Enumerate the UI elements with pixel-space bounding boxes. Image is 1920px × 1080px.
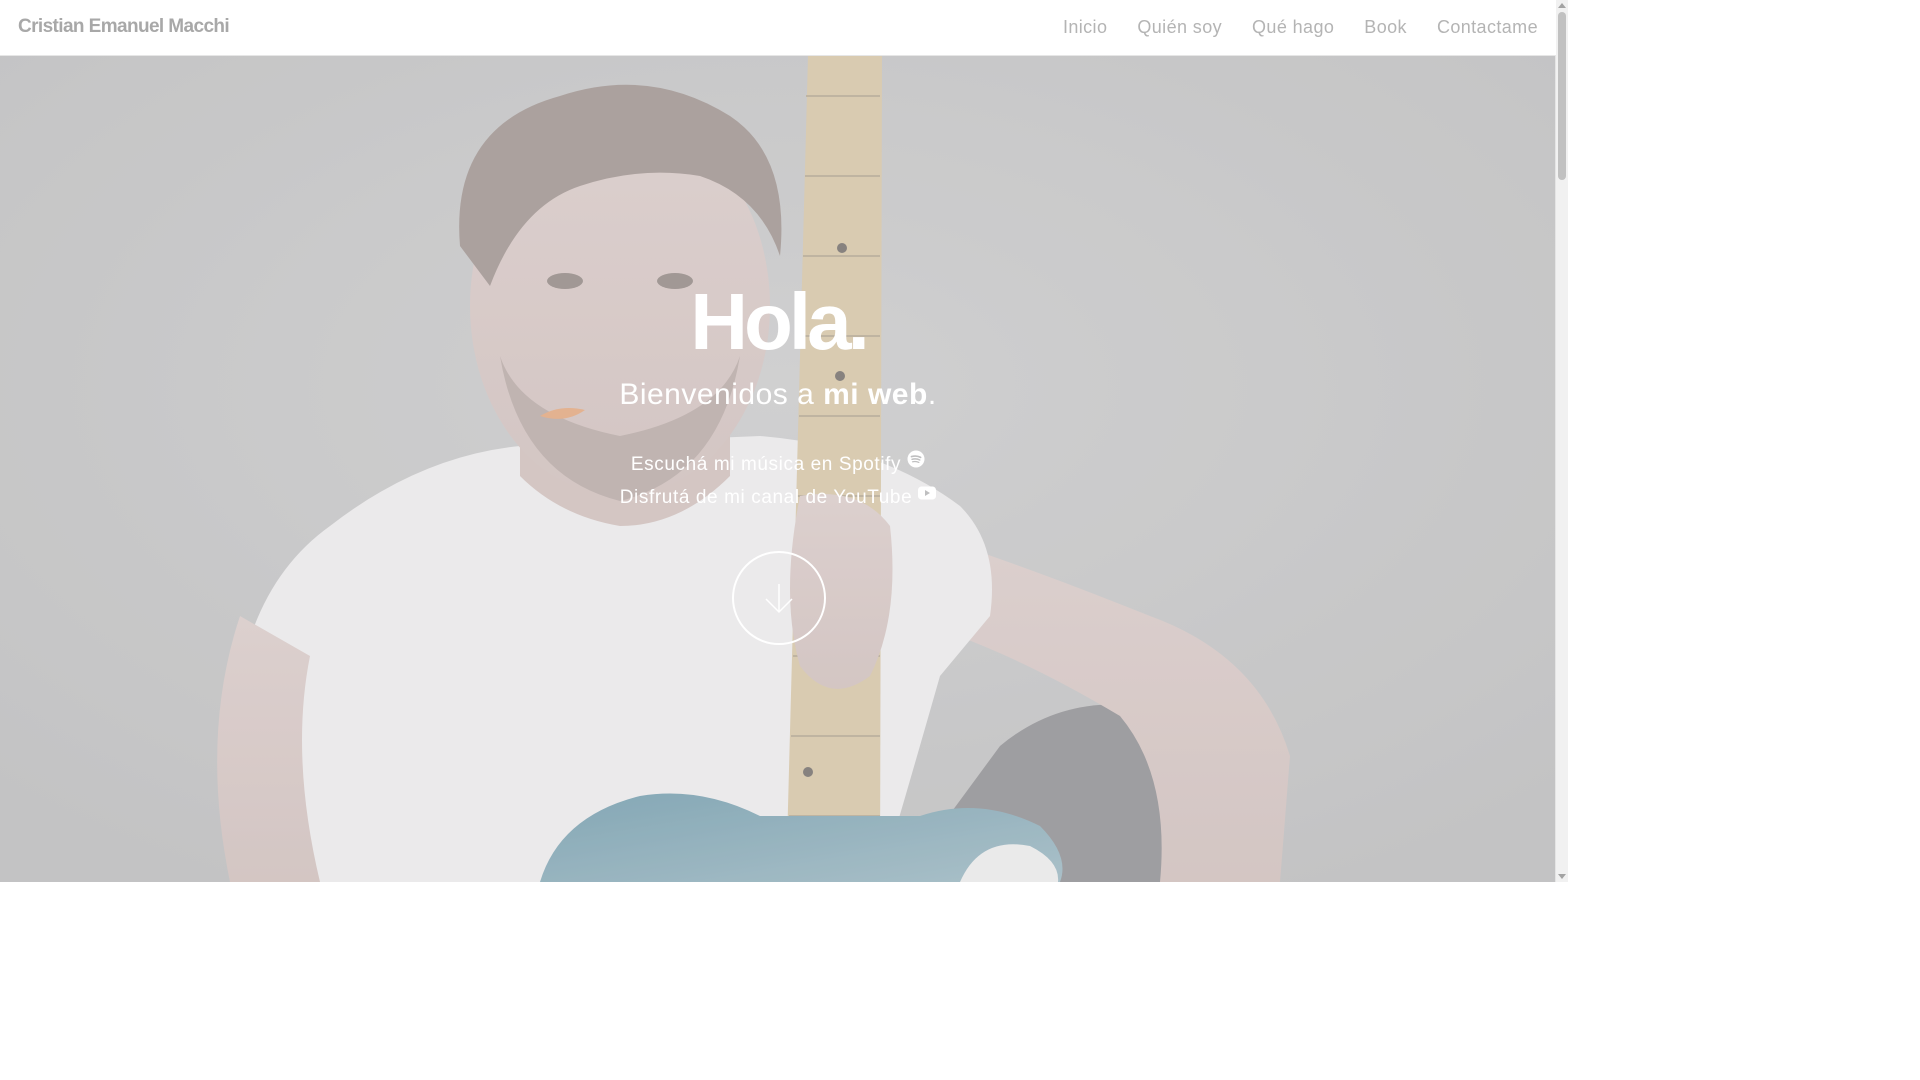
youtube-link-label: Disfrutá de mi canal de YouTube [619, 487, 913, 508]
nav-item-contactame[interactable]: Contactame [1437, 17, 1538, 38]
scroll-up-arrow-icon[interactable] [1558, 3, 1566, 8]
spotify-icon [907, 450, 925, 474]
hero-subtitle: Bienvenidos a mi web. [0, 378, 1556, 412]
youtube-icon [918, 483, 937, 506]
youtube-link[interactable]: Disfrutá de mi canal de YouTube [0, 486, 1556, 509]
scroll-down-arrow-icon[interactable] [1558, 874, 1566, 879]
hero-subtitle-bold: mi web [823, 378, 928, 411]
brand-logo-link[interactable]: Cristian Emanuel Macchi [18, 16, 230, 38]
nav-item-book[interactable]: Book [1364, 17, 1407, 38]
main-nav: Inicio Quién soy Qué hago Book Contactam… [1063, 17, 1538, 38]
page-scrollbar[interactable] [1555, 0, 1568, 882]
page: Cristian Emanuel Macchi Inicio Quién soy… [0, 0, 1568, 882]
hero-title: Hola. [690, 277, 870, 366]
hero-subtitle-prefix: Bienvenidos a [619, 378, 824, 411]
nav-item-que-hago[interactable]: Qué hago [1252, 17, 1334, 38]
site-header: Cristian Emanuel Macchi Inicio Quién soy… [0, 0, 1556, 56]
spotify-link-label: Escuchá mi música en Spotify [630, 454, 902, 475]
hero-subtitle-suffix: . [927, 378, 937, 411]
nav-item-quien-soy[interactable]: Quién soy [1137, 17, 1222, 38]
scrollbar-thumb[interactable] [1558, 12, 1566, 180]
scroll-down-button[interactable] [732, 551, 826, 645]
spotify-link[interactable]: Escuchá mi música en Spotify [0, 450, 1556, 476]
arrow-down-icon [765, 584, 793, 614]
hero-section: Hola. Bienvenidos a mi web. Escuchá mi m… [0, 56, 1556, 882]
nav-item-inicio[interactable]: Inicio [1063, 17, 1107, 38]
